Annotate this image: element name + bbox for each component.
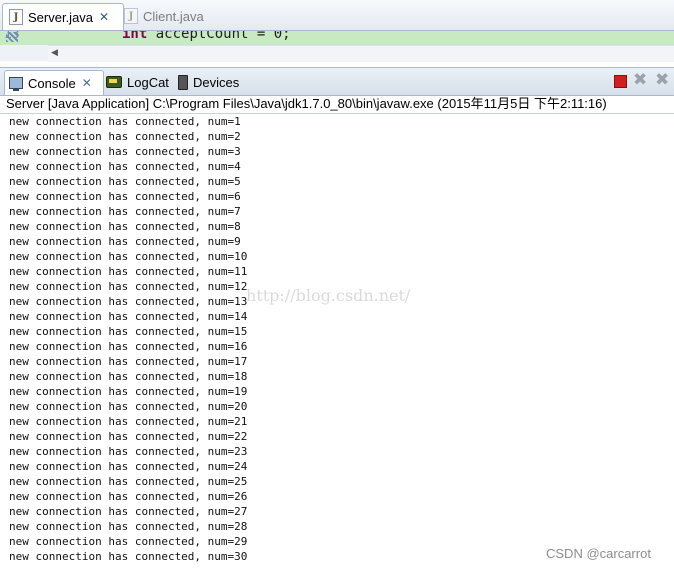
console-line: new connection has connected, num=28 — [9, 520, 248, 533]
console-line: new connection has connected, num=2 — [9, 130, 241, 143]
console-line: new connection has connected, num=5 — [9, 175, 241, 188]
remove-launch-icon[interactable]: ✖ — [633, 70, 647, 90]
editor-gutter — [0, 45, 48, 61]
console-line: new connection has connected, num=9 — [9, 235, 241, 248]
tab-devices[interactable]: Devices — [174, 70, 243, 94]
console-line: new connection has connected, num=25 — [9, 475, 248, 488]
code-text: int acceptCount = 0; — [122, 31, 291, 42]
tab-client-java[interactable]: J Client.java — [118, 3, 210, 29]
tab-label: Devices — [193, 74, 240, 90]
java-file-icon: J — [124, 8, 138, 24]
console-line: new connection has connected, num=14 — [9, 310, 248, 323]
terminate-icon[interactable] — [614, 75, 627, 88]
remove-all-launches-icon[interactable]: ✖ — [655, 70, 669, 90]
logcat-icon — [106, 76, 122, 88]
console-line: new connection has connected, num=17 — [9, 355, 248, 368]
console-line: new connection has connected, num=7 — [9, 205, 241, 218]
close-icon[interactable]: ✕ — [82, 76, 92, 90]
tab-label: Client.java — [143, 8, 204, 24]
console-process-title: Server [Java Application] C:\Program Fil… — [6, 96, 607, 111]
console-output[interactable]: new connection has connected, num=1 new c… — [9, 114, 669, 564]
console-line: new connection has connected, num=3 — [9, 145, 241, 158]
device-icon — [178, 74, 188, 90]
console-line: new connection has connected, num=6 — [9, 190, 241, 203]
code-keyword: int — [122, 31, 148, 42]
code-line-highlight[interactable]: 13 int acceptCount = 0; — [0, 31, 674, 45]
watermark-url: http://blog.csdn.net/ — [246, 286, 411, 305]
console-line: new connection has connected, num=20 — [9, 400, 248, 413]
console-view-tab-bar: Console ✕ LogCat Devices — [0, 67, 674, 96]
console-icon — [9, 77, 23, 91]
horizontal-scrollbar[interactable]: ◀ — [48, 45, 674, 62]
tab-server-java[interactable]: J Server.java ✕ — [2, 3, 124, 30]
tab-label: Server.java — [28, 9, 94, 25]
java-file-icon: J — [9, 9, 23, 25]
line-number: 13 — [4, 31, 20, 42]
console-line: new connection has connected, num=1 — [9, 115, 241, 128]
console-line: new connection has connected, num=10 — [9, 250, 248, 263]
console-line: new connection has connected, num=24 — [9, 460, 248, 473]
console-line: new connection has connected, num=21 — [9, 415, 248, 428]
console-line: new connection has connected, num=11 — [9, 265, 248, 278]
console-line: new connection has connected, num=26 — [9, 490, 248, 503]
console-line: new connection has connected, num=16 — [9, 340, 248, 353]
tab-logcat[interactable]: LogCat — [102, 70, 173, 94]
watermark-credit: CSDN @carcarrot — [546, 546, 651, 561]
console-line: new connection has connected, num=15 — [9, 325, 248, 338]
scroll-left-icon[interactable]: ◀ — [51, 47, 58, 58]
tab-label: LogCat — [127, 74, 169, 90]
close-icon[interactable]: ✕ — [99, 10, 109, 24]
console-line: new connection has connected, num=27 — [9, 505, 248, 518]
tab-console[interactable]: Console ✕ — [4, 70, 104, 95]
console-line: new connection has connected, num=8 — [9, 220, 241, 233]
console-line: new connection has connected, num=23 — [9, 445, 248, 458]
console-line: new connection has connected, num=18 — [9, 370, 248, 383]
console-line: new connection has connected, num=22 — [9, 430, 248, 443]
editor-tab-bar: J Server.java ✕ J Client.java — [0, 0, 674, 31]
code-rest: acceptCount = 0; — [147, 31, 291, 42]
console-line: new connection has connected, num=19 — [9, 385, 248, 398]
tab-label: Console — [28, 75, 76, 91]
console-line: new connection has connected, num=4 — [9, 160, 241, 173]
